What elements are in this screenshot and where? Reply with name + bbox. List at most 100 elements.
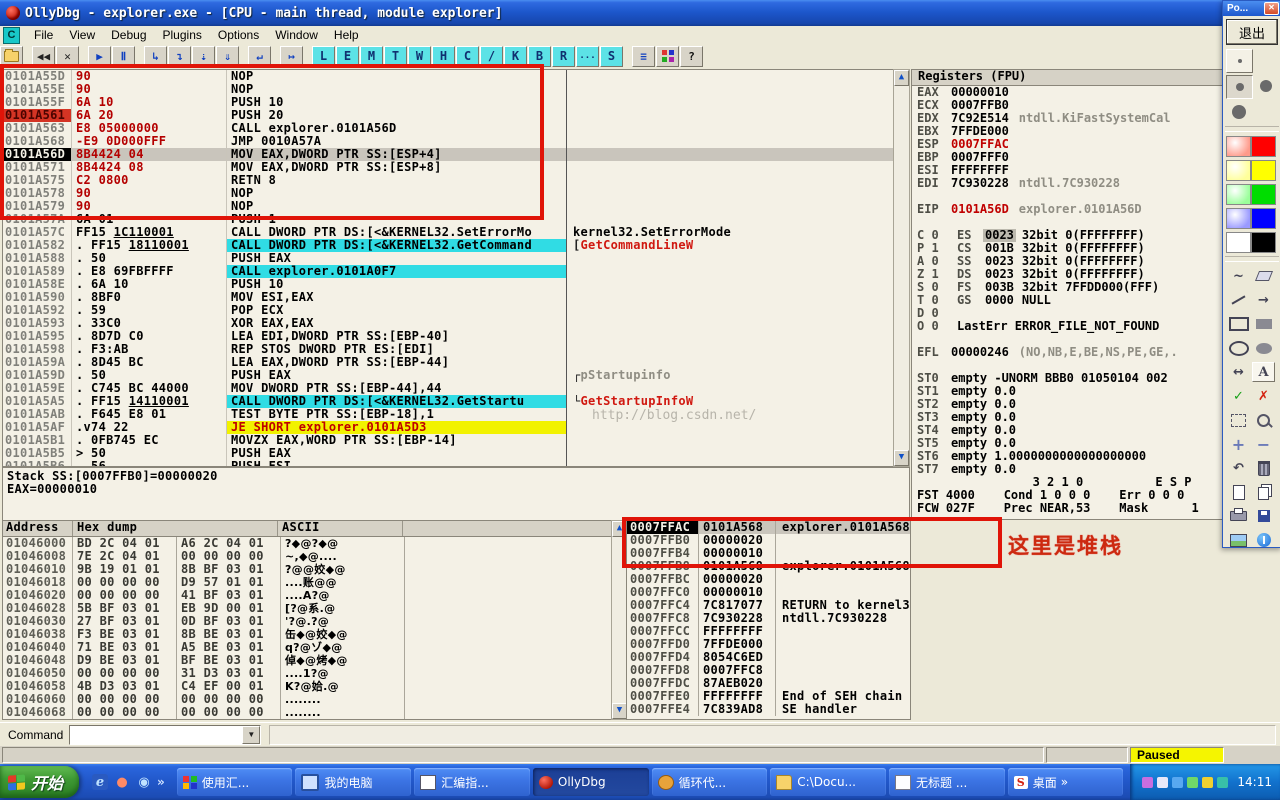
pane-button-dots[interactable]: ... <box>576 46 599 67</box>
disasm-row[interactable]: 0101A56D8B4424 04MOV EAX,DWORD PTR SS:[E… <box>3 148 894 161</box>
scroll-up-button[interactable]: ▲ <box>612 521 627 537</box>
step-over-button[interactable]: ↴ <box>168 46 191 67</box>
disasm-row[interactable]: 0101A5B1. 0FB745 ECMOVZX EAX,WORD PTR SS… <box>3 434 894 447</box>
animate-into-button[interactable]: ⇣ <box>192 46 215 67</box>
chevron-right-icon[interactable]: » <box>157 776 165 789</box>
disasm-row[interactable]: 0101A5B6. 56PUSH ESI <box>3 460 894 467</box>
disasm-row[interactable]: 0101A595. 8D7D C0LEA EDI,DWORD PTR SS:[E… <box>3 330 894 343</box>
annotation-palette[interactable]: Po... ✕ 退出 ~→↔A✓✗+−↶ <box>1222 0 1280 548</box>
task-mycomputer[interactable]: 我的电脑 <box>295 768 411 796</box>
pen-tool[interactable]: ~ <box>1226 265 1251 287</box>
run-button[interactable]: ▶ <box>88 46 111 67</box>
info-tool[interactable] <box>1251 529 1276 551</box>
restart-button[interactable]: ◀◀ <box>32 46 55 67</box>
dump-row[interactable]: 0104606800 00 00 0000 00 00 00........ <box>3 706 612 719</box>
arrow-tool[interactable]: → <box>1251 289 1276 311</box>
disasm-row[interactable]: 0101A55D90NOP <box>3 70 894 83</box>
tray-icon-6[interactable] <box>1217 777 1228 788</box>
save-tool[interactable] <box>1251 505 1276 527</box>
text-tool[interactable]: A <box>1251 361 1276 383</box>
task-cdocu[interactable]: C:\Docu... <box>770 768 886 796</box>
disasm-row[interactable]: 0101A568-E9 0D000FFFJMP 0010A57A <box>3 135 894 148</box>
disasm-row[interactable]: 0101A5616A 20PUSH 20 <box>3 109 894 122</box>
zoom-out-tool[interactable]: − <box>1251 433 1276 455</box>
quicklaunch-app2[interactable]: ● <box>114 774 130 790</box>
disasm-row[interactable]: 0101A59E. C745 BC 44000MOV DWORD PTR SS:… <box>3 382 894 395</box>
mdi-child-icon[interactable]: C <box>3 27 20 44</box>
color-swatch-0-1[interactable] <box>1251 135 1276 157</box>
zoom-in-tool[interactable]: + <box>1226 433 1251 455</box>
disasm-row[interactable]: 0101A5A5. FF15 14110001CALL DWORD PTR DS… <box>3 395 894 408</box>
pane-button-M[interactable]: M <box>360 46 383 67</box>
cancel-tool[interactable]: ✗ <box>1251 385 1276 407</box>
tray-icon-2[interactable] <box>1157 777 1168 788</box>
pane-button-B[interactable]: B <box>528 46 551 67</box>
pause-button[interactable]: Ⅱ <box>112 46 135 67</box>
command-combobox[interactable]: ▼ <box>69 725 261 745</box>
color-swatch-3-1[interactable] <box>1251 207 1276 229</box>
disasm-row[interactable]: 0101A57A6A 01PUSH 1 <box>3 213 894 226</box>
color-swatch-4-1[interactable] <box>1251 231 1276 253</box>
disasm-row[interactable]: 0101A58E. 6A 10PUSH 10 <box>3 278 894 291</box>
undo-tool[interactable]: ↶ <box>1226 457 1251 479</box>
task-xunhuandai[interactable]: 循环代... <box>652 768 768 796</box>
color-swatch-1-1[interactable] <box>1251 159 1276 181</box>
menu-debug[interactable]: Debug <box>103 27 154 44</box>
brush-small-button[interactable] <box>1226 49 1253 73</box>
quicklaunch-browser[interactable]: ◉ <box>136 774 152 790</box>
palette-titlebar[interactable]: Po... ✕ <box>1223 1 1280 16</box>
disasm-row[interactable]: 0101A57CFF15 1C110001CALL DWORD PTR DS:[… <box>3 226 894 239</box>
disasm-row[interactable]: 0101A589. E8 69FBFFFFCALL explorer.0101A… <box>3 265 894 278</box>
disasm-row[interactable]: 0101A590. 8BF0MOV ESI,EAX <box>3 291 894 304</box>
brush-xlarge-button[interactable] <box>1226 101 1251 123</box>
pane-button-K[interactable]: K <box>504 46 527 67</box>
brush-medium-button[interactable] <box>1226 75 1253 99</box>
crop-tool[interactable] <box>1226 409 1251 431</box>
disasm-row[interactable]: 0101A55E90NOP <box>3 83 894 96</box>
filled-ellipse-tool[interactable] <box>1251 337 1276 359</box>
pane-button-C[interactable]: C <box>456 46 479 67</box>
color-swatch-3-0[interactable] <box>1226 207 1251 229</box>
menu-options[interactable]: Options <box>210 27 267 44</box>
disasm-row[interactable]: 0101A582. FF15 18110001CALL DWORD PTR DS… <box>3 239 894 252</box>
print-tool[interactable] <box>1226 505 1251 527</box>
brush-large-button[interactable] <box>1253 75 1278 97</box>
task-desktop[interactable]: S桌面» <box>1008 768 1124 796</box>
disasm-row[interactable]: 0101A588. 50PUSH EAX <box>3 252 894 265</box>
double-arrow-tool[interactable]: ↔ <box>1226 361 1251 383</box>
pane-button-W[interactable]: W <box>408 46 431 67</box>
copy-tool[interactable] <box>1251 481 1276 503</box>
disasm-row[interactable]: 0101A57890NOP <box>3 187 894 200</box>
pane-button-R[interactable]: R <box>552 46 575 67</box>
disasm-row[interactable]: 0101A57990NOP <box>3 200 894 213</box>
disasm-row[interactable]: 0101A593. 33C0XOR EAX,EAX <box>3 317 894 330</box>
disasm-row[interactable]: 0101A55F6A 10PUSH 10 <box>3 96 894 109</box>
ellipse-tool[interactable] <box>1226 337 1251 359</box>
tray-icon-4[interactable] <box>1187 777 1198 788</box>
task-huibianzhi[interactable]: 汇编指... <box>414 768 530 796</box>
color-swatch-0-0[interactable] <box>1226 135 1251 157</box>
start-button[interactable]: 开始 <box>0 766 79 798</box>
command-input[interactable] <box>70 726 242 744</box>
pane-button-H[interactable]: H <box>432 46 455 67</box>
breakpoints-button[interactable] <box>656 46 679 67</box>
tray-icon-1[interactable] <box>1142 777 1153 788</box>
confirm-tool[interactable]: ✓ <box>1226 385 1251 407</box>
menu-help[interactable]: Help <box>326 27 367 44</box>
pane-button-L[interactable]: L <box>312 46 335 67</box>
line-tool[interactable] <box>1226 289 1251 311</box>
menu-window[interactable]: Window <box>267 27 326 44</box>
color-swatch-4-0[interactable] <box>1226 231 1251 253</box>
color-swatch-2-0[interactable] <box>1226 183 1251 205</box>
menu-view[interactable]: View <box>61 27 103 44</box>
stack-row[interactable]: 0007FFE47C839AD8SE handler <box>627 703 910 716</box>
task-wubiaoti[interactable]: 无标题 ... <box>889 768 1005 796</box>
pane-button-T[interactable]: T <box>384 46 407 67</box>
quicklaunch-ie[interactable]: e <box>92 774 108 790</box>
open-button[interactable] <box>0 46 23 67</box>
menu-plugins[interactable]: Plugins <box>155 27 210 44</box>
scroll-down-button[interactable]: ▼ <box>894 450 909 466</box>
stack-pane[interactable]: 0007FFAC0101A568explorer.0101A5680007FFB… <box>626 520 911 720</box>
pane-button-S[interactable]: S <box>600 46 623 67</box>
tray-icon-5[interactable] <box>1202 777 1213 788</box>
